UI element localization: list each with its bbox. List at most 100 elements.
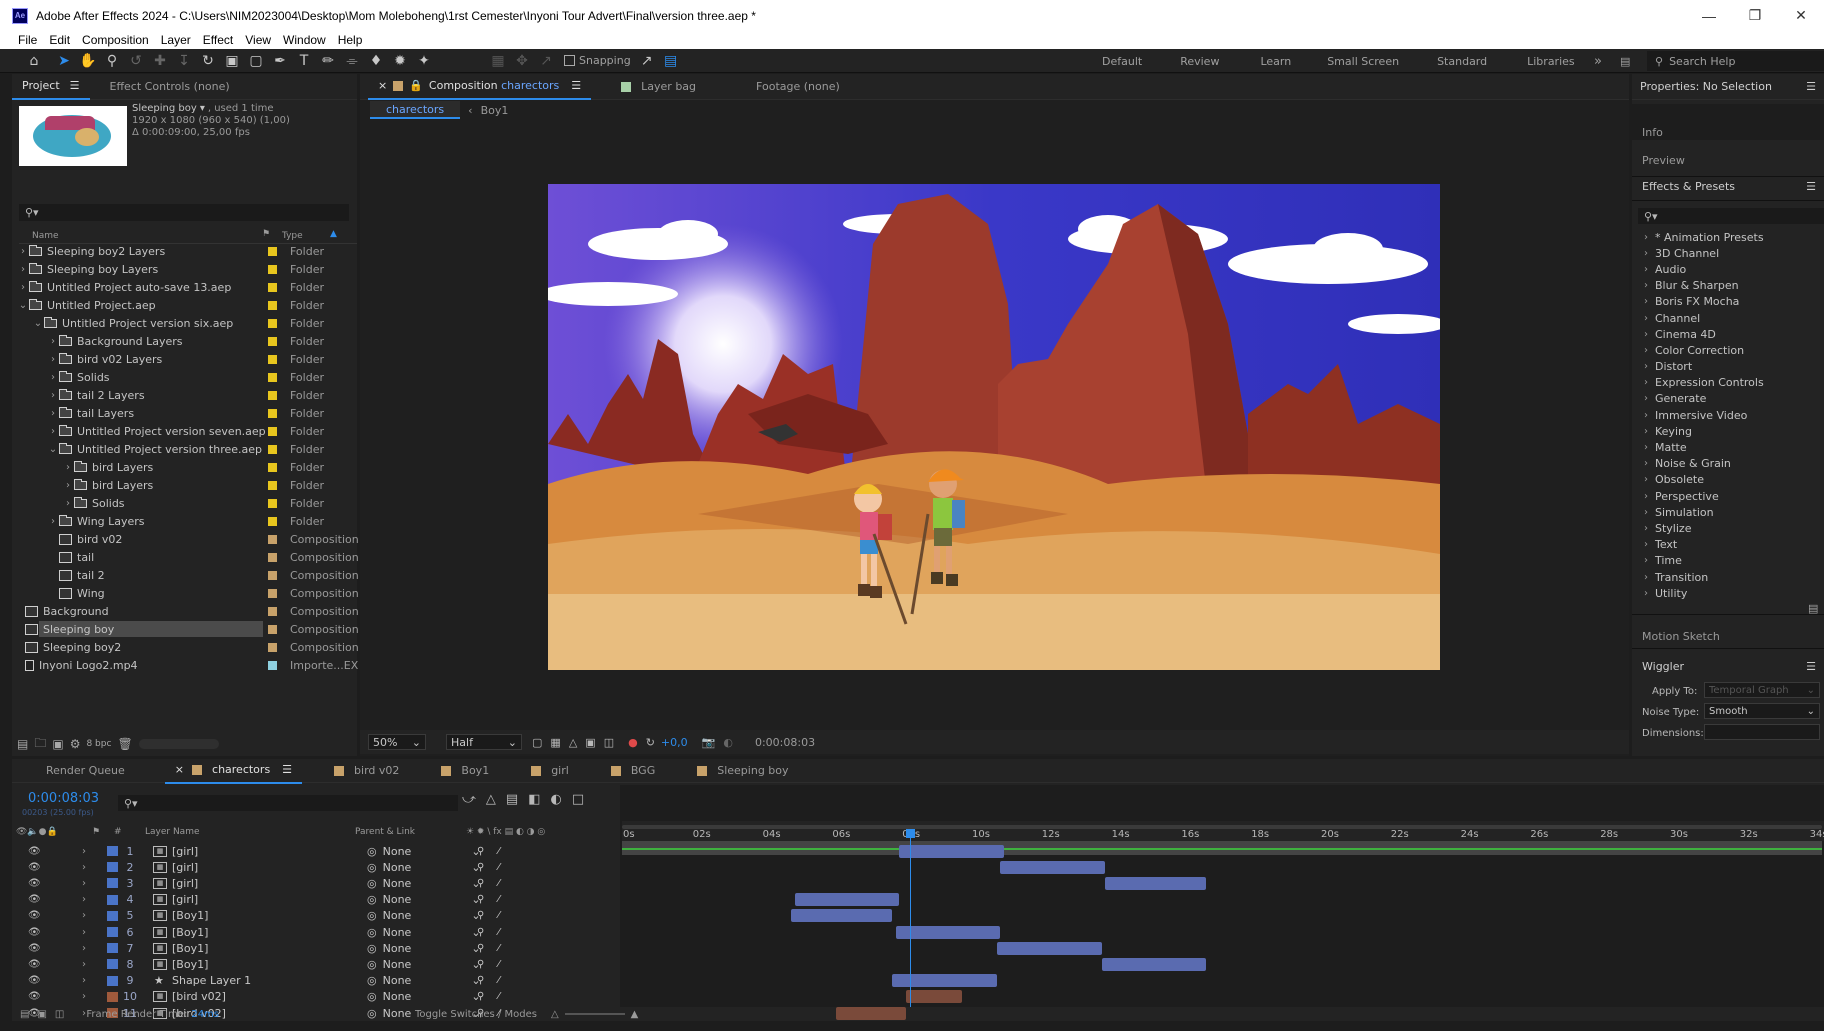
color-channel-icon[interactable]: ● <box>628 736 638 749</box>
parent-dropdown[interactable]: None ⌄ <box>383 958 483 971</box>
effects-category[interactable]: › Cinema 4D <box>1632 326 1824 342</box>
layer-color-label[interactable] <box>107 927 118 938</box>
effects-category[interactable]: › Boris FX Mocha <box>1632 294 1824 310</box>
preview-panel-title[interactable]: Preview <box>1642 154 1685 167</box>
apply-to-dropdown[interactable]: Temporal Graph ⌄ <box>1704 682 1820 698</box>
layer-name[interactable]: [Boy1] <box>172 909 208 922</box>
chevron-right-icon[interactable]: › <box>17 264 29 275</box>
layer-row[interactable]: 👁 › 2 ▦ [girl] ◎ None ⌄ ⚲ ⁄ <box>12 859 620 875</box>
panel-menu-icon[interactable]: ☰ <box>1806 660 1816 673</box>
quality-switch-icon[interactable]: ⁄ <box>498 975 500 986</box>
zoom-dropdown[interactable]: 50% ⌄ <box>368 734 426 750</box>
collapse-switch-icon[interactable]: ⚲ <box>477 959 484 970</box>
visibility-eye-icon[interactable]: 👁 <box>28 878 41 889</box>
layer-name[interactable]: [bird v02] <box>172 990 226 1003</box>
label-color-swatch[interactable] <box>268 480 277 490</box>
visibility-eye-icon[interactable]: 👁 <box>28 943 41 954</box>
chevron-right-icon[interactable]: › <box>47 372 59 383</box>
project-item[interactable]: › bird Layers Folder <box>12 458 352 476</box>
bpc-button[interactable]: 8 bpc <box>86 739 111 749</box>
label-color-swatch[interactable] <box>268 552 277 562</box>
quality-switch-icon[interactable]: ⁄ <box>498 862 500 873</box>
dolly-camera-icon[interactable]: ↧ <box>172 50 196 72</box>
comp-flowchart-icon[interactable]: ⤻ <box>462 792 476 807</box>
draft-3d-icon[interactable]: △ <box>486 792 496 807</box>
workspace-menu-icon[interactable]: ▤ <box>1620 49 1630 73</box>
interpret-footage-icon[interactable]: ▤ <box>17 737 28 751</box>
menu-effect[interactable]: Effect <box>203 33 233 47</box>
label-color-swatch[interactable] <box>268 354 277 364</box>
layer-color-label[interactable] <box>107 862 118 873</box>
motion-blur-icon[interactable]: ◐ <box>551 792 562 807</box>
chevron-down-icon[interactable]: ⌄ <box>47 444 59 455</box>
new-composition-icon[interactable]: ▣ <box>52 737 63 751</box>
label-color-swatch[interactable] <box>268 462 277 472</box>
breadcrumb-charectors[interactable]: charectors <box>370 101 461 119</box>
project-item[interactable]: Sleeping boy Composition <box>12 620 359 638</box>
layer-row[interactable]: 👁 › 1 ▦ [girl] ◎ None ⌄ ⚲ ⁄ <box>12 843 620 859</box>
effects-category[interactable]: › Distort <box>1632 359 1824 375</box>
info-dropdown-icon[interactable]: ▾ <box>200 103 205 114</box>
timeline-tab[interactable]: BGG <box>601 758 665 784</box>
label-color-swatch[interactable] <box>268 318 277 328</box>
tab-project[interactable]: Project ☰ <box>12 74 90 100</box>
layer-name[interactable]: [girl] <box>172 845 198 858</box>
resolution-dropdown[interactable]: Half ⌄ <box>446 734 522 750</box>
label-color-swatch[interactable] <box>268 408 277 418</box>
anchor-tool-icon[interactable]: ▣ <box>220 50 244 72</box>
effects-category[interactable]: › Channel <box>1632 310 1824 326</box>
project-item[interactable]: ⌄ Untitled Project.aep Folder <box>12 296 352 314</box>
panel-menu-icon[interactable]: ☰ <box>1806 180 1816 193</box>
clone-stamp-icon[interactable]: ⌯ <box>340 50 364 72</box>
chevron-right-icon[interactable]: › <box>62 480 74 491</box>
chevron-down-icon[interactable]: ⌄ <box>17 300 29 311</box>
project-item[interactable]: Background Composition <box>12 602 359 620</box>
chevron-right-icon[interactable]: › <box>47 390 59 401</box>
layer-name[interactable]: [girl] <box>172 893 198 906</box>
noise-type-dropdown[interactable]: Smooth ⌄ <box>1704 703 1820 719</box>
layer-duration-bar[interactable] <box>794 893 900 907</box>
effects-category[interactable]: › Noise & Grain <box>1632 456 1824 472</box>
breadcrumb-boy1[interactable]: Boy1 <box>481 104 509 117</box>
layer-color-label[interactable] <box>107 894 118 905</box>
menu-help[interactable]: Help <box>338 33 363 47</box>
project-item[interactable]: bird v02 Composition <box>12 530 359 548</box>
layer-name[interactable]: Shape Layer 1 <box>172 974 251 987</box>
chevron-right-icon[interactable]: › <box>82 927 86 938</box>
label-color-swatch[interactable] <box>268 588 277 598</box>
timeline-tab[interactable]: Boy1 <box>431 758 499 784</box>
label-tag-icon[interactable]: ⚑ <box>262 229 270 239</box>
av-switches-icon[interactable]: 👁🔈●🔒 <box>16 827 58 837</box>
layer-name[interactable]: [girl] <box>172 861 198 874</box>
layer-color-label[interactable] <box>107 991 118 1002</box>
visibility-eye-icon[interactable]: 👁 <box>28 862 41 873</box>
orbit-camera-icon[interactable]: ↺ <box>124 50 148 72</box>
chevron-right-icon[interactable]: › <box>82 862 86 873</box>
timeline-tab[interactable]: girl <box>521 758 579 784</box>
collapse-switch-icon[interactable]: ⚲ <box>477 975 484 986</box>
wiggler-title[interactable]: Wiggler <box>1642 660 1684 673</box>
label-color-swatch[interactable] <box>268 300 277 310</box>
layer-duration-bar[interactable] <box>1101 957 1207 971</box>
project-item[interactable]: › Untitled Project version seven.aep Folde… <box>12 422 352 440</box>
label-color-swatch[interactable] <box>268 390 277 400</box>
effects-category[interactable]: › * Animation Presets <box>1632 229 1824 245</box>
roto-brush-icon[interactable]: ✹ <box>388 50 412 72</box>
project-item[interactable]: › Solids Folder <box>12 368 352 386</box>
label-color-swatch[interactable] <box>268 498 277 508</box>
show-snapshot-icon[interactable]: ◐ <box>723 736 733 749</box>
fast-preview-icon[interactable]: ▢ <box>532 736 542 749</box>
effects-category[interactable]: › Expression Controls <box>1632 375 1824 391</box>
toggle-switches-modes[interactable]: Toggle Switches / Modes <box>415 1009 537 1020</box>
parent-dropdown[interactable]: None ⌄ <box>383 893 483 906</box>
mask-path-icon[interactable]: △ <box>569 736 577 749</box>
search-help-field[interactable]: ⚲ Search Help <box>1647 51 1824 71</box>
workspace-review[interactable]: Review <box>1180 55 1219 68</box>
pickwhip-icon[interactable]: ◎ <box>367 861 377 874</box>
pickwhip-icon[interactable]: ◎ <box>367 893 377 906</box>
menu-layer[interactable]: Layer <box>161 33 191 47</box>
col-name[interactable]: Name <box>32 231 59 241</box>
effects-search-input[interactable]: ⚲▾ <box>1638 208 1824 224</box>
graph-editor-icon[interactable]: □ <box>572 792 584 807</box>
layer-color-label[interactable] <box>107 975 118 986</box>
